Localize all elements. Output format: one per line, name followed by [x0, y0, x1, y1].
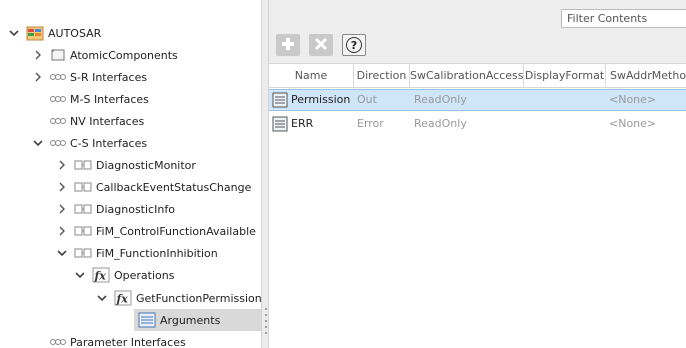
chevron-down-icon[interactable] — [56, 247, 68, 259]
tree-item-label: M-S Interfaces — [70, 92, 149, 106]
chevron-right-icon[interactable] — [56, 181, 68, 193]
tree-item-label: AtomicComponents — [70, 48, 178, 62]
row-name-label: Permission — [291, 93, 351, 106]
add-icon — [281, 37, 295, 54]
row-direction-cell[interactable]: Out — [357, 89, 409, 111]
row-format-cell[interactable] — [527, 89, 603, 111]
filter-input[interactable]: Filter Contents — [561, 9, 686, 28]
svg-text:fx: fx — [116, 293, 129, 306]
arguments-list-icon — [138, 312, 156, 328]
tree-item-label: AUTOSAR — [48, 26, 102, 40]
tree-panel: AUTOSAR AtomicComponents S-R Interfaces … — [0, 0, 261, 348]
tree-item-label: Arguments — [160, 313, 221, 327]
table-row[interactable]: Permission Out ReadOnly <None> — [269, 89, 686, 111]
tree-item-label: S-R Interfaces — [70, 70, 148, 84]
chevron-right-icon[interactable] — [56, 203, 68, 215]
properties-pane: Filter Contents ? Name Direction SwCalib… — [269, 0, 686, 348]
function-fx-icon: fx — [92, 267, 110, 283]
row-name-cell[interactable]: Permission — [272, 89, 352, 111]
interface-group-icon — [50, 337, 66, 347]
tree-item-arguments[interactable]: Arguments — [134, 309, 261, 331]
row-name-label: ERR — [291, 117, 314, 130]
row-addr-cell[interactable]: <None> — [609, 89, 685, 111]
row-access-cell[interactable]: ReadOnly — [414, 89, 522, 111]
splitter-grip-dot — [265, 308, 267, 310]
tree-item-diagnostic-monitor[interactable]: DiagnosticMonitor — [56, 154, 196, 176]
chevron-right-icon[interactable] — [32, 71, 44, 83]
chevron-right-icon[interactable] — [56, 225, 68, 237]
splitter-grip-dot — [265, 314, 267, 316]
filter-bar: Filter Contents — [269, 0, 686, 28]
row-addr-cell[interactable]: <None> — [609, 113, 685, 135]
chevron-right-icon[interactable] — [56, 159, 68, 171]
tree-item-atomic-components[interactable]: AtomicComponents — [32, 44, 178, 66]
help-icon: ? — [346, 37, 362, 53]
row-format-cell[interactable] — [527, 113, 603, 135]
column-header-name[interactable]: Name — [269, 64, 353, 88]
tree-item-label: FiM_FunctionInhibition — [96, 246, 218, 260]
tree-item-fim-control-function-available[interactable]: FiM_ControlFunctionAvailable — [56, 220, 256, 242]
tree-item-label: Parameter Interfaces — [70, 335, 186, 348]
column-header-direction[interactable]: Direction — [353, 64, 409, 88]
tree-item-cs-interfaces[interactable]: C-S Interfaces — [32, 132, 147, 154]
cs-interface-icon — [74, 204, 92, 214]
cs-interface-icon — [74, 226, 92, 236]
function-fx-icon: fx — [114, 290, 132, 306]
tree-item-sr-interfaces[interactable]: S-R Interfaces — [32, 66, 147, 88]
argument-icon — [272, 92, 288, 108]
grid-header: Name Direction SwCalibrationAccess Displ… — [269, 64, 686, 88]
tree-item-label: DiagnosticMonitor — [96, 158, 196, 172]
cs-interface-icon — [74, 182, 92, 192]
column-header-sw-addr-method[interactable]: SwAddrMethod — [605, 64, 686, 88]
tree-item-label: NV Interfaces — [70, 114, 145, 128]
toolbar: ? — [269, 28, 686, 64]
splitter-grip-dot — [265, 332, 267, 334]
chevron-down-icon[interactable] — [32, 137, 44, 149]
interface-group-icon — [50, 116, 66, 126]
row-name-cell[interactable]: ERR — [272, 113, 352, 135]
argument-icon — [272, 116, 288, 132]
tree-item-label: Operations — [114, 268, 175, 282]
interface-group-icon — [50, 94, 66, 104]
table-row[interactable]: ERR Error ReadOnly <None> — [269, 113, 686, 135]
tree-item-ms-interfaces[interactable]: M-S Interfaces — [50, 88, 149, 110]
tree-item-label: C-S Interfaces — [70, 136, 148, 150]
chevron-down-icon[interactable] — [96, 292, 108, 304]
tree-item-label: CallbackEventStatusChange — [96, 180, 252, 194]
delete-icon — [314, 37, 328, 54]
column-header-sw-calibration-access[interactable]: SwCalibrationAccess — [409, 64, 523, 88]
chevron-right-icon[interactable] — [32, 49, 44, 61]
svg-text:fx: fx — [94, 270, 107, 283]
tree-item-diagnostic-info[interactable]: DiagnosticInfo — [56, 198, 175, 220]
chevron-down-icon[interactable] — [74, 269, 86, 281]
tree-item-callback-event-status-change[interactable]: CallbackEventStatusChange — [56, 176, 251, 198]
cs-interface-icon — [74, 248, 92, 258]
cs-interface-icon — [74, 160, 92, 170]
tree-item-get-function-permission[interactable]: fx GetFunctionPermission — [96, 287, 261, 309]
chevron-down-icon[interactable] — [8, 27, 20, 39]
row-direction-cell[interactable]: Error — [357, 113, 409, 135]
tree-item-label: FiM_ControlFunctionAvailable — [96, 224, 256, 238]
help-button[interactable]: ? — [342, 34, 366, 56]
tree-item-fim-function-inhibition[interactable]: FiM_FunctionInhibition — [56, 242, 218, 264]
interface-group-icon — [50, 72, 66, 82]
row-access-cell[interactable]: ReadOnly — [414, 113, 522, 135]
add-button[interactable] — [276, 34, 300, 56]
tree-item-autosar[interactable]: AUTOSAR — [8, 22, 101, 44]
column-header-display-format[interactable]: DisplayFormat — [523, 64, 605, 88]
tree-item-parameter-interfaces[interactable]: Parameter Interfaces — [50, 331, 186, 348]
tree-item-label: DiagnosticInfo — [96, 202, 175, 216]
splitter-grip-dot — [265, 326, 267, 328]
autosar-package-icon — [26, 25, 44, 41]
tree-item-nv-interfaces[interactable]: NV Interfaces — [50, 110, 144, 132]
tree-item-operations[interactable]: fx Operations — [74, 264, 174, 286]
delete-button[interactable] — [309, 34, 333, 56]
pane-splitter[interactable] — [261, 0, 269, 348]
tree-item-label: GetFunctionPermission — [136, 291, 261, 305]
interface-group-icon — [50, 138, 66, 148]
splitter-grip-dot — [265, 320, 267, 322]
component-box-icon — [50, 48, 66, 62]
